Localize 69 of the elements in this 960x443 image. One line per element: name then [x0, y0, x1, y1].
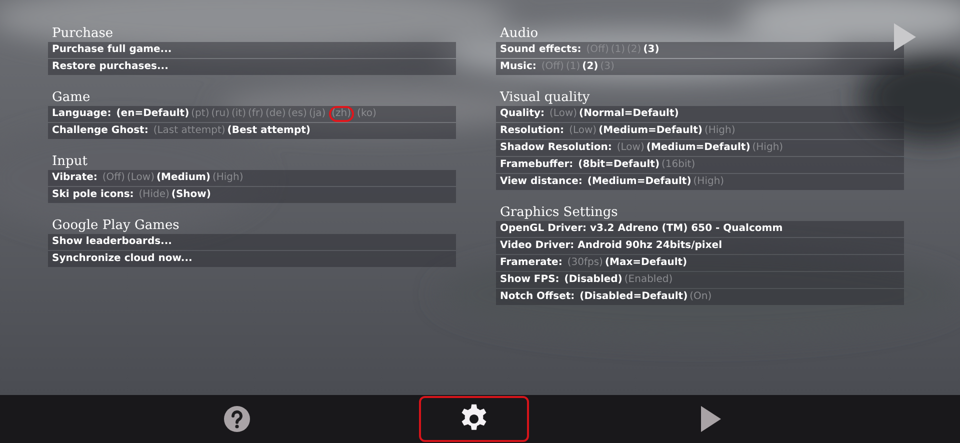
option[interactable]: (ru)	[211, 107, 232, 121]
option[interactable]: (es)	[288, 107, 309, 121]
option[interactable]: (Disabled)	[564, 273, 624, 287]
setting-label: Resolution:	[500, 124, 564, 138]
option[interactable]: (Enabled)	[624, 273, 675, 287]
section-heading: Google Play Games	[51, 217, 180, 234]
option[interactable]: (Hide)	[138, 188, 172, 202]
section-heading: Game	[51, 89, 92, 106]
option[interactable]: (Max=Default)	[604, 256, 690, 270]
setting-label: Framebuffer:	[500, 158, 574, 172]
setting-label: View distance:	[500, 175, 582, 189]
option[interactable]: (Off)	[102, 171, 127, 185]
option[interactable]: (30fps)	[567, 256, 605, 270]
option[interactable]: (it)	[232, 107, 248, 121]
setting-label: Shadow Resolution:	[500, 141, 612, 155]
option[interactable]: (High)	[704, 124, 738, 138]
setting-label: Notch Offset:	[500, 290, 575, 304]
setting-label: Quality:	[500, 107, 545, 121]
setting-label: Vibrate:	[52, 171, 98, 185]
setting-label: Language:	[52, 107, 112, 121]
option[interactable]: (Medium=Default)	[598, 124, 704, 138]
section-heading: Purchase	[51, 25, 114, 42]
option[interactable]: (Medium=Default)	[587, 175, 694, 189]
menu-row[interactable]: Restore purchases...	[48, 59, 456, 75]
option[interactable]: (Low)	[550, 107, 580, 121]
option[interactable]: (2)	[582, 60, 600, 74]
play-icon	[701, 406, 721, 432]
option[interactable]: (Normal=Default)	[579, 107, 681, 121]
section-heading: Input	[51, 153, 88, 170]
section-heading: Graphics Settings	[499, 204, 619, 221]
option[interactable]: (Medium=Default)	[646, 141, 752, 155]
help-icon	[223, 405, 251, 433]
option[interactable]: (Best attempt)	[227, 124, 312, 138]
option[interactable]: (On)	[690, 290, 714, 304]
option[interactable]: (Last attempt)	[153, 124, 228, 138]
setting-label: Ski pole icons:	[52, 188, 134, 202]
option[interactable]: (High)	[752, 141, 786, 155]
option[interactable]: (16bit)	[662, 158, 698, 172]
info-row: Video Driver: Android 90hz 24bits/pixel	[496, 238, 904, 254]
play-icon[interactable]	[894, 22, 916, 52]
option[interactable]: (Show)	[171, 188, 213, 202]
setting-label: Music:	[500, 60, 536, 74]
option[interactable]: (pt)	[191, 107, 212, 121]
option[interactable]: (Low)	[569, 124, 599, 138]
setting-label: Show FPS:	[500, 273, 560, 287]
setting-label: Framerate:	[500, 256, 562, 270]
menu-row[interactable]: Synchronize cloud now...	[48, 251, 456, 267]
option[interactable]: (ko)	[357, 107, 378, 121]
option[interactable]: (High)	[693, 175, 726, 189]
option[interactable]: (8bit=Default)	[578, 158, 662, 172]
option[interactable]: (en=Default)	[116, 107, 192, 121]
option[interactable]: (de)	[265, 107, 288, 121]
option[interactable]: (3)	[643, 43, 662, 57]
option[interactable]: (Low)	[126, 171, 156, 185]
section-heading: Visual quality	[498, 89, 591, 106]
option[interactable]: (fr)	[248, 107, 266, 121]
option[interactable]: (Medium)	[156, 171, 212, 185]
menu-row[interactable]: Purchase full game...	[48, 42, 456, 58]
option[interactable]: (Disabled=Default)	[580, 290, 690, 304]
info-row: OpenGL Driver: v3.2 Adreno (TM) 650 - Qualcomm	[496, 221, 904, 237]
setting-label: Challenge Ghost:	[52, 124, 148, 138]
option[interactable]: (zh)	[328, 106, 354, 122]
settings-button[interactable]	[419, 396, 529, 442]
menu-row[interactable]: Show leaderboards...	[48, 234, 456, 250]
option[interactable]: (High)	[212, 171, 246, 185]
option[interactable]: (ja)	[308, 107, 328, 121]
section-heading: Audio	[498, 25, 540, 42]
option[interactable]: (Low)	[616, 141, 646, 155]
setting-label: Sound effects:	[500, 43, 582, 57]
